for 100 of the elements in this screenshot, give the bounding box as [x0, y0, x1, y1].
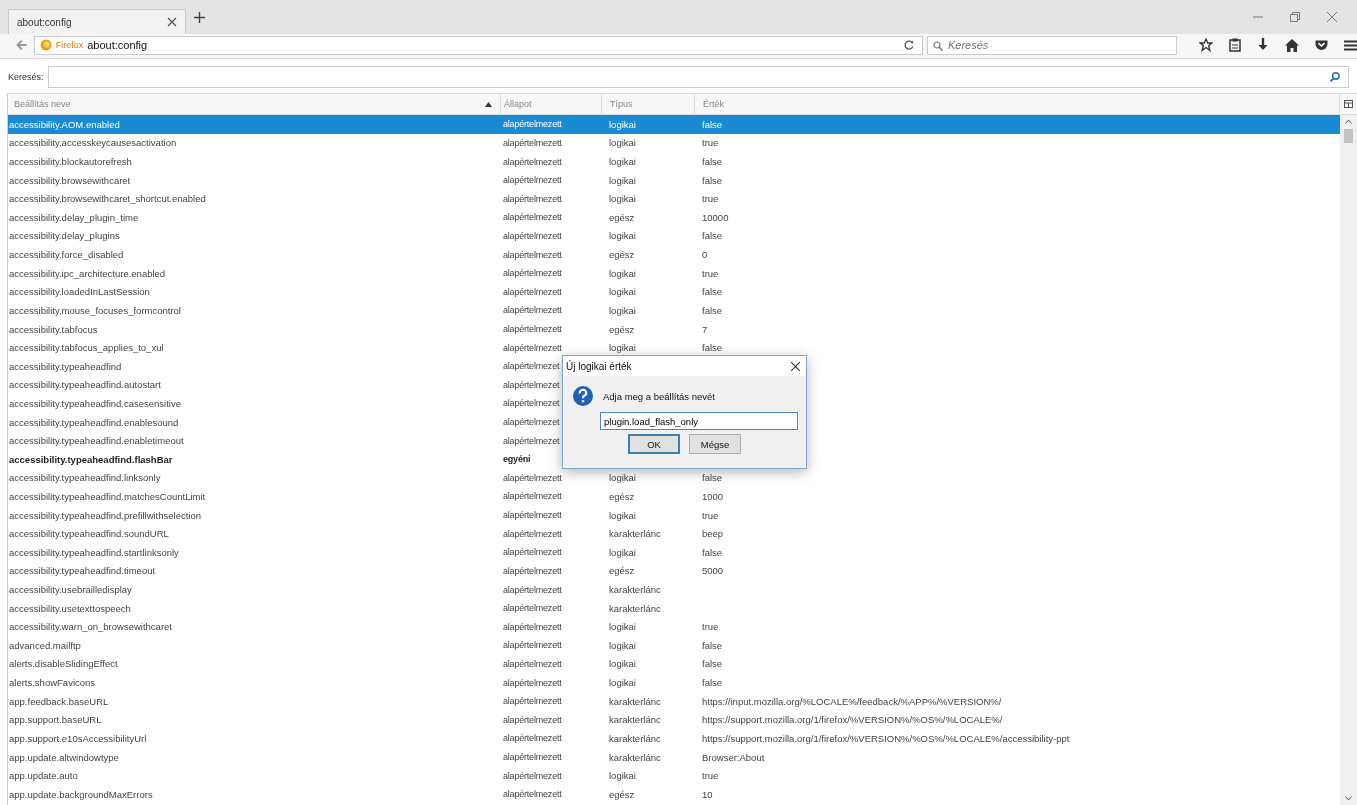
table-cell: alapértelmezet — [503, 379, 560, 390]
table-cell: accessibility.ipc_architecture.enabled — [9, 267, 166, 279]
table-cell: alapértelmezett — [503, 156, 562, 167]
table-cell: alapértelmezet — [503, 435, 560, 446]
table-cell: alapértelmezett — [503, 305, 562, 316]
column-picker-icon[interactable] — [1344, 100, 1353, 108]
table-cell: accessibility.typeaheadfind.enabletimeout — [9, 435, 184, 447]
table-cell: egész — [609, 491, 635, 502]
column-header[interactable]: Beállítás neve — [8, 94, 500, 114]
home-icon[interactable] — [1285, 38, 1299, 52]
table-cell: accessibility.AOM.enabled — [9, 118, 120, 130]
table-cell: karakterlánc — [609, 714, 661, 726]
table-cell: accessibility.typeaheadfind.soundURL — [9, 528, 169, 540]
column-header[interactable]: Érték — [694, 94, 1339, 114]
table-cell: alapértelmezet — [503, 361, 560, 372]
column-header[interactable]: Típus — [601, 94, 694, 114]
table-cell: https://input.mozilla.org/%LOCALE%/feedback/%APP%/%VERSION%/ — [702, 695, 1002, 707]
restore-icon[interactable] — [1290, 12, 1300, 22]
table-cell: accessibility.typeaheadfind.linksonly — [9, 472, 161, 484]
table-cell: alerts.disableSlidingEffect — [9, 658, 118, 670]
table-cell: alapértelmezett — [503, 510, 562, 521]
menu-icon[interactable] — [1344, 39, 1357, 51]
table-cell: egész — [609, 249, 635, 261]
scroll-up-icon[interactable] — [1345, 119, 1352, 124]
browser-tab[interactable]: about:config — [8, 9, 186, 34]
table-cell: beep — [702, 528, 724, 540]
name-input-field[interactable]: plugin.load_flash_only — [600, 412, 798, 430]
address-bar[interactable]: Firefox about:config — [33, 35, 923, 55]
close-icon[interactable] — [791, 361, 800, 371]
table-cell: alapértelmezett — [503, 528, 562, 539]
clipboard-icon[interactable] — [1229, 38, 1241, 52]
cancel-button[interactable]: Mégse — [689, 434, 741, 454]
back-arrow-icon[interactable] — [16, 39, 28, 51]
table-cell: accessibility.typeaheadfind.prefillwithselection — [9, 509, 202, 521]
scrollbar[interactable] — [1340, 115, 1357, 805]
table-cell: accessibility.typeaheadfind.casesensitive — [9, 397, 181, 409]
scroll-down-icon[interactable] — [1345, 796, 1352, 801]
download-icon[interactable] — [1257, 38, 1269, 52]
table-cell: logikai — [609, 156, 636, 167]
tab-title: about:config — [17, 16, 73, 28]
table-cell: accessibility.mouse_focuses_formcontrol — [9, 304, 181, 316]
table-cell: egész — [609, 565, 635, 577]
table-cell: logikai — [609, 267, 636, 279]
dialog-title: Új logikai érték — [566, 360, 632, 372]
table-cell: advanced.mailftp — [9, 639, 81, 651]
table-cell: alapértelmezett — [503, 175, 562, 186]
table-cell: alapértelmezett — [503, 472, 562, 483]
table-cell: alapértelmezett — [503, 342, 562, 353]
table-cell: false — [702, 546, 723, 558]
table-cell: true — [702, 267, 719, 279]
table-cell: 1000 — [702, 491, 724, 502]
column-header[interactable]: Állapot — [500, 94, 601, 114]
table-cell: alapértelmezett — [503, 268, 562, 279]
table-cell: true — [702, 509, 719, 521]
table-cell: accessibility.force_disabled — [9, 249, 124, 261]
table-cell: false — [702, 286, 723, 298]
table-cell: true — [702, 621, 719, 633]
table-cell: logikai — [609, 472, 636, 484]
ok-button[interactable]: OK — [628, 434, 680, 454]
table-cell: alapértelmezett — [503, 324, 562, 334]
table-cell: alapértelmezett — [503, 584, 562, 595]
close-icon[interactable] — [167, 17, 177, 27]
table-cell: accessibility.tabfocus — [9, 323, 98, 335]
star-icon[interactable] — [1199, 38, 1213, 52]
table-cell: alapértelmezett — [503, 193, 562, 204]
table-cell: false — [702, 304, 723, 316]
table-cell: alapértelmezett — [503, 286, 562, 297]
selected-row[interactable]: accessibility.AOM.enabled alapértelmezett logikai false — [8, 115, 1340, 134]
table-cell: alapértelmezett — [503, 770, 562, 781]
table-cell: egész — [609, 323, 635, 335]
pocket-icon[interactable] — [1315, 39, 1328, 51]
reload-icon[interactable] — [904, 40, 914, 50]
plus-icon[interactable] — [194, 11, 205, 23]
table-cell: Browser:About — [702, 751, 765, 763]
table-cell: logikai — [609, 677, 636, 689]
table-cell: 5000 — [702, 565, 724, 577]
table-cell: true — [702, 770, 719, 782]
table-cell: accessibility.blockautorefresh — [9, 156, 132, 167]
table-cell: accessibility.loadedInLastSession — [9, 286, 150, 298]
table-cell: alapértelmezett — [503, 547, 562, 558]
table-cell: alapértelmezet — [503, 417, 560, 428]
table-cell: false — [702, 472, 723, 484]
search-icon[interactable] — [1330, 72, 1340, 82]
table-cell: alapértelmezett — [503, 603, 562, 614]
url-text: about:config — [87, 39, 148, 51]
table-cell: accessibility.usebrailledisplay — [9, 584, 132, 596]
table-cell: 10 — [702, 788, 713, 800]
filter-field[interactable] — [47, 66, 1349, 88]
table-cell: false — [702, 156, 723, 167]
table-cell: accessibility.typeaheadfind.autostart — [9, 379, 161, 391]
scroll-thumb[interactable] — [1344, 129, 1353, 143]
dialog-prompt: Adja meg a beállítás nevét — [603, 390, 715, 402]
table-cell: logikai — [609, 342, 636, 354]
table-cell: karakterlánc — [609, 602, 661, 614]
table-cell: accessibility.delay_plugin_time — [9, 211, 139, 223]
table-cell: logikai — [609, 286, 636, 298]
table-cell: logikai — [609, 174, 636, 186]
search-field[interactable]: Keresés — [927, 35, 1177, 55]
table-cell: alerts.showFavicons — [9, 677, 96, 689]
table-cell: https://support.mozilla.org/1/firefox/%VERSION%/%OS%/%LOCALE%/accessibility-ppt — [702, 732, 1070, 744]
